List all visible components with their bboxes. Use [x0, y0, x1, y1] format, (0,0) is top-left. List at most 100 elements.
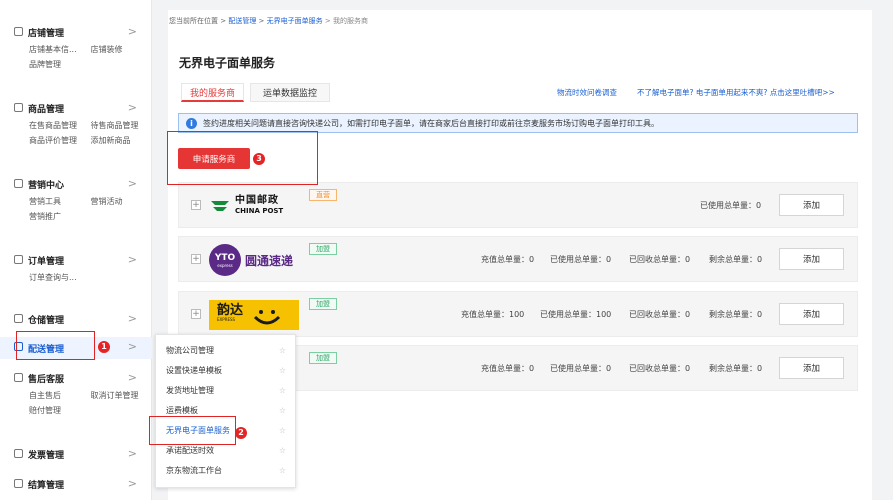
- pin-icon[interactable]: ☆: [279, 406, 286, 415]
- provider-row: + 中国邮政 CHINA POST 直营 已使用总单量：0 添加: [178, 182, 858, 228]
- orders-icon: [14, 255, 23, 264]
- used-count: 已使用总单量：0: [700, 201, 762, 210]
- section-title: 售后客服: [28, 374, 65, 385]
- type-tag: 直营: [309, 189, 337, 201]
- submenu-item-jd-logistics[interactable]: 京东物流工作台 ☆: [166, 462, 288, 478]
- recharge-count: 充值总单量：0: [481, 364, 535, 373]
- chevron-right-icon: >: [127, 25, 137, 38]
- type-tag: 加盟: [309, 352, 337, 364]
- add-button[interactable]: 添加: [779, 357, 844, 379]
- tab-my-providers[interactable]: 我的服务商: [181, 83, 244, 102]
- sidebar-link[interactable]: 营销活动: [91, 194, 153, 209]
- survey-link[interactable]: 物流时效问卷调查: [557, 87, 617, 98]
- add-button[interactable]: 添加: [779, 194, 844, 216]
- store-icon: [14, 27, 23, 36]
- sidebar-item-store[interactable]: 店铺管理 >: [0, 22, 152, 42]
- sidebar-item-invoice[interactable]: 发票管理 >: [0, 444, 152, 464]
- goods-icon: [14, 103, 23, 112]
- sidebar-section-store: 店铺管理 > 店铺基本信... 店铺装修 品牌管理: [0, 22, 152, 72]
- expand-icon[interactable]: +: [191, 309, 201, 319]
- add-button[interactable]: 添加: [779, 303, 844, 325]
- info-icon: i: [186, 117, 197, 129]
- used-count: 已使用总单量：0: [550, 364, 612, 373]
- submenu-label: 物流公司管理: [166, 345, 214, 355]
- settlement-icon: [14, 479, 23, 488]
- submenu-label: 设置快递单模板: [166, 365, 222, 375]
- sidebar-link[interactable]: 在售商品管理: [29, 118, 91, 133]
- sidebar-link[interactable]: 取消订单管理: [91, 388, 153, 403]
- smile-icon: [253, 310, 281, 325]
- sidebar-link[interactable]: 店铺装修: [91, 42, 153, 57]
- tab-waybill-monitor[interactable]: 运单数据监控: [250, 83, 330, 102]
- expand-icon[interactable]: +: [191, 254, 201, 264]
- pin-icon[interactable]: ☆: [279, 366, 286, 375]
- sidebar-section-orders: 订单管理 > 订单查询与...: [0, 250, 152, 285]
- type-tag: 加盟: [309, 243, 337, 255]
- annotation-badge-1: 1: [98, 341, 110, 353]
- sidebar-item-orders[interactable]: 订单管理 >: [0, 250, 152, 270]
- submenu-item-waybill-template[interactable]: 设置快递单模板 ☆: [166, 362, 288, 378]
- provider-row: + YTO express 圆通速递 加盟 充值总单量：0 已使用总单量：0 已…: [178, 236, 858, 282]
- section-title: 发票管理: [28, 450, 65, 461]
- feedback-link[interactable]: 不了解电子面单? 电子面单用起来不爽? 点击这里吐槽吧>>: [637, 87, 835, 98]
- sidebar-item-settlement[interactable]: 结算管理 >: [0, 474, 152, 494]
- chevron-right-icon: >: [127, 177, 137, 190]
- recharge-count: 充值总单量：0: [481, 255, 535, 264]
- submenu-label: 发货地址管理: [166, 385, 214, 395]
- sidebar-link[interactable]: 品牌管理: [29, 57, 91, 72]
- sidebar-link[interactable]: 待售商品管理: [91, 118, 153, 133]
- yto-logo: YTO express 圆通速递: [209, 243, 299, 277]
- used-count: 已使用总单量：0: [550, 255, 612, 264]
- section-title: 商品管理: [28, 104, 65, 115]
- annotation-box-2: [149, 416, 236, 445]
- sidebar-link[interactable]: 赔付管理: [29, 403, 91, 418]
- notice-text: 签约进度相关问题请直接咨询快递公司，如需打印电子面单，请在商家后台直接打印或前往…: [203, 118, 659, 128]
- recycled-count: 已回收总单量：0: [629, 310, 691, 319]
- yunda-icon: 韵达 EXPRESS: [209, 300, 299, 330]
- pin-icon[interactable]: ☆: [279, 446, 286, 455]
- sidebar-section-goods: 商品管理 > 在售商品管理 待售商品管理 商品评价管理 添加新商品: [0, 98, 152, 148]
- sidebar-link[interactable]: 商品评价管理: [29, 133, 91, 148]
- pin-icon[interactable]: ☆: [279, 426, 286, 435]
- remaining-count: 剩余总单量：0: [709, 364, 763, 373]
- warehouse-icon: [14, 314, 23, 323]
- sidebar-link[interactable]: 店铺基本信...: [29, 42, 91, 57]
- expand-icon[interactable]: +: [191, 200, 201, 210]
- breadcrumb-link-delivery[interactable]: 配送管理: [228, 17, 256, 25]
- logo-subtext: express: [217, 262, 233, 268]
- sidebar-link[interactable]: 订单查询与...: [29, 270, 152, 285]
- sidebar-item-marketing[interactable]: 营销中心 >: [0, 174, 152, 194]
- notice-bar: i 签约进度相关问题请直接咨询快递公司，如需打印电子面单，请在商家后台直接打印或前…: [178, 113, 858, 133]
- sidebar-section-marketing: 营销中心 > 营销工具 营销活动 营销推广: [0, 174, 152, 224]
- add-button[interactable]: 添加: [779, 248, 844, 270]
- recycled-count: 已回收总单量：0: [629, 255, 691, 264]
- breadcrumb-separator: >: [256, 17, 267, 25]
- sidebar-link[interactable]: 营销推广: [29, 209, 91, 224]
- sidebar-item-aftersales[interactable]: 售后客服 >: [0, 368, 152, 388]
- submenu-item-shipping-address[interactable]: 发货地址管理 ☆: [166, 382, 288, 398]
- recharge-count: 充值总单量：100: [461, 310, 525, 319]
- recycled-count: 已回收总单量：0: [629, 364, 691, 373]
- pin-icon[interactable]: ☆: [279, 386, 286, 395]
- sidebar-section-aftersales: 售后客服 > 自主售后 取消订单管理 赔付管理: [0, 368, 152, 418]
- pin-icon[interactable]: ☆: [279, 466, 286, 475]
- sidebar-item-warehouse[interactable]: 仓储管理 >: [0, 309, 152, 329]
- type-tag: 加盟: [309, 298, 337, 310]
- section-title: 结算管理: [28, 480, 65, 491]
- sidebar-section-invoice: 发票管理 >: [0, 444, 152, 464]
- sidebar-item-goods[interactable]: 商品管理 >: [0, 98, 152, 118]
- sidebar-link[interactable]: 自主售后: [29, 388, 91, 403]
- chevron-right-icon: >: [127, 312, 137, 325]
- chevron-right-icon: >: [127, 253, 137, 266]
- section-title: 营销中心: [28, 180, 65, 191]
- submenu-item-logistics-company[interactable]: 物流公司管理 ☆: [166, 342, 288, 358]
- sidebar-link[interactable]: 营销工具: [29, 194, 91, 209]
- sidebar-link[interactable]: 添加新商品: [91, 133, 153, 148]
- provider-name: 圆通速递: [245, 253, 294, 268]
- breadcrumb-current: > 我的服务商: [322, 17, 368, 25]
- sidebar-section-settlement: 结算管理 >: [0, 474, 152, 494]
- annotation-badge-2: 2: [235, 427, 247, 439]
- breadcrumb-link-waybill[interactable]: 无界电子面单服务: [267, 17, 323, 25]
- chevron-right-icon: >: [127, 340, 137, 353]
- pin-icon[interactable]: ☆: [279, 346, 286, 355]
